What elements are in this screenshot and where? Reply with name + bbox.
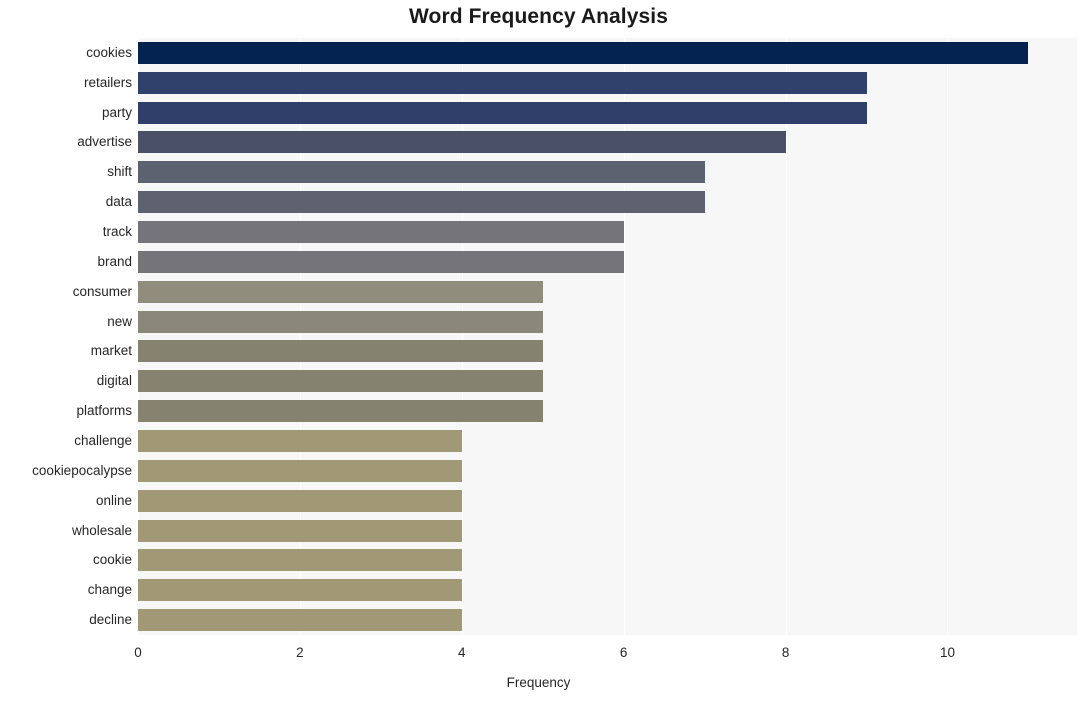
y-tick-label: change (87, 582, 132, 598)
y-tick-label: cookiepocalypse (32, 462, 132, 478)
x-tick-label: 8 (781, 645, 790, 660)
y-tick-label: consumer (72, 283, 132, 299)
bar[interactable] (138, 340, 543, 363)
bar[interactable] (138, 221, 624, 244)
bars-layer (138, 38, 1077, 635)
y-tick-label: retailers (83, 74, 132, 90)
bar[interactable] (138, 400, 543, 423)
bar[interactable] (138, 429, 462, 452)
bar[interactable] (138, 609, 462, 632)
bar[interactable] (138, 161, 705, 184)
bar[interactable] (138, 131, 786, 154)
y-tick-label: cookie (92, 552, 132, 568)
y-tick-label: party (101, 104, 132, 120)
bar[interactable] (138, 579, 462, 602)
y-tick-label: shift (107, 164, 132, 180)
x-tick-label: 6 (619, 645, 628, 660)
bar[interactable] (138, 191, 705, 214)
y-axis-tick-labels: cookies retailers party advertise shift data t… (0, 38, 132, 635)
bar[interactable] (138, 310, 543, 333)
bar[interactable] (138, 549, 462, 572)
x-tick-label: 2 (296, 645, 304, 660)
y-tick-label: advertise (77, 134, 132, 150)
bar[interactable] (138, 519, 462, 542)
y-tick-label: brand (97, 253, 132, 269)
y-tick-label: market (90, 343, 132, 359)
bar[interactable] (138, 280, 543, 303)
y-tick-label: online (95, 492, 132, 508)
x-axis-tick-labels: 0 2 4 6 8 10 (0, 645, 1077, 667)
x-axis-title: Frequency (506, 675, 571, 690)
x-tick-label: 0 (134, 645, 142, 660)
word-frequency-chart: Word Frequency Analysis cookies retailers… (0, 0, 1077, 701)
chart-title: Word Frequency Analysis (408, 5, 669, 28)
y-tick-label: wholesale (71, 522, 132, 538)
y-tick-label: challenge (74, 432, 132, 448)
y-tick-label: track (102, 224, 132, 240)
bar[interactable] (138, 41, 1029, 64)
bar[interactable] (138, 370, 543, 393)
bar[interactable] (138, 250, 624, 273)
y-tick-label: cookies (86, 44, 132, 60)
x-tick-label: 4 (458, 645, 466, 660)
y-tick-label: new (107, 313, 132, 329)
bar[interactable] (138, 71, 867, 94)
bar[interactable] (138, 101, 867, 124)
y-tick-label: decline (89, 612, 132, 628)
plot-area (138, 38, 1077, 635)
y-tick-label: digital (96, 373, 132, 389)
bar[interactable] (138, 459, 462, 482)
y-tick-label: data (105, 194, 132, 210)
x-tick-label: 10 (939, 645, 955, 660)
y-tick-label: platforms (76, 403, 132, 419)
bar[interactable] (138, 489, 462, 512)
